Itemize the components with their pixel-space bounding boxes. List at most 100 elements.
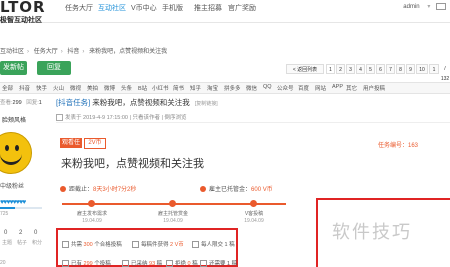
- nav-item-recruit[interactable]: 推主招募: [194, 3, 222, 13]
- page-9[interactable]: 9: [406, 64, 415, 74]
- nav-item-vcoin[interactable]: V币中心: [131, 3, 157, 13]
- task-name: 来粉我吧，点赞视频和关注我: [61, 158, 204, 170]
- task-deadline: 距截止：8天3小时7分2秒: [60, 184, 136, 193]
- tag-kuaishou[interactable]: 快手: [36, 84, 47, 92]
- avatar-mouth: [0, 150, 22, 165]
- views-count: 299: [12, 100, 22, 106]
- avatar[interactable]: [0, 132, 32, 174]
- back-to-list-button[interactable]: < 返回列表: [286, 64, 324, 74]
- tag-zhihu[interactable]: 知乎: [190, 84, 201, 92]
- copy-link-button[interactable]: [复制链接]: [195, 101, 218, 107]
- tag-huoshan[interactable]: 火山: [53, 84, 64, 92]
- tag-jianshu[interactable]: 简书: [173, 84, 184, 92]
- breadcrumb-current[interactable]: 来粉我吧，点赞视频和关注我: [89, 49, 167, 55]
- rule-reward-pre: 每稿件获得: [141, 242, 171, 248]
- page-8[interactable]: 8: [396, 64, 405, 74]
- tag-xiaohongshu[interactable]: 小红书: [152, 84, 169, 92]
- page-3[interactable]: 3: [346, 64, 355, 74]
- tag-user-submit[interactable]: 用户投稿: [363, 84, 385, 92]
- mail-icon[interactable]: [436, 3, 446, 10]
- stat-remaining-text: 还需要 1 稿: [209, 261, 238, 267]
- checkbox-icon: [166, 260, 173, 267]
- replies-label: 回复:: [26, 100, 39, 106]
- tag-taobao[interactable]: 淘宝: [207, 84, 218, 92]
- count-posts[interactable]: 2: [19, 230, 22, 236]
- post-category[interactable]: [抖音任务]: [56, 98, 90, 107]
- breadcrumb: 互动社区 › 任务大厅 › 抖音 › 来粉我吧，点赞视频和关注我: [0, 49, 168, 55]
- rule-limit-text: 每人限交 1 稿: [201, 242, 235, 248]
- escrow-label: 雇主已托管金：: [209, 187, 252, 193]
- tag-meipai[interactable]: 美拍: [87, 84, 98, 92]
- top-navbar: LTOR 极智互动社区 任务大厅 互动社区 V币中心 手机版 推主招募 官广奖励…: [0, 0, 450, 24]
- label-posts: 帖子: [17, 240, 28, 246]
- post-title-text: 来粉我吧，点赞视频和关注我: [92, 98, 190, 107]
- tag-website[interactable]: 网站: [315, 84, 326, 92]
- level-number: 725: [0, 211, 9, 217]
- author-name[interactable]: 脸颊风格: [2, 115, 26, 124]
- stat-submitted-value: 299: [83, 261, 93, 267]
- stat-adopted-post: 稿: [155, 261, 163, 267]
- label-topics: 主题: [2, 240, 13, 246]
- pagination: < 返回列表 1 2 3 4 5 6 7 8 9 10 1 / 132 页: [286, 64, 450, 92]
- tag-other[interactable]: 其它: [346, 84, 357, 92]
- page-10[interactable]: 10: [416, 64, 428, 74]
- rule-reward: 每稿件获得 2 V币: [132, 240, 184, 249]
- tag-weishi[interactable]: 微视: [70, 84, 81, 92]
- tag-bilibili[interactable]: B站: [138, 84, 147, 92]
- checkbox-icon: [200, 260, 207, 267]
- page-2[interactable]: 2: [336, 64, 345, 74]
- tag-pinduoduo[interactable]: 拼多多: [224, 84, 241, 92]
- new-post-button[interactable]: 发新帖: [0, 61, 27, 75]
- count-points[interactable]: 0: [34, 230, 37, 236]
- tag-toutiao[interactable]: 头条: [121, 84, 132, 92]
- watermark: 软件技巧: [332, 222, 412, 243]
- nav-item-community[interactable]: 互动社区: [98, 3, 126, 13]
- user-menu[interactable]: admin ▾: [403, 3, 446, 10]
- task-escrow: 雇主已托管金：600 V币: [200, 184, 273, 193]
- reply-button[interactable]: 回复: [37, 61, 71, 75]
- page-5[interactable]: 5: [366, 64, 375, 74]
- tag-all[interactable]: 全部: [2, 84, 13, 92]
- checkbox-icon: [122, 260, 129, 267]
- page-6[interactable]: 6: [376, 64, 385, 74]
- step-label-2: 雇主托管赏金: [157, 211, 188, 217]
- page-1[interactable]: 1: [326, 64, 335, 74]
- tag-qq[interactable]: QQ: [263, 84, 272, 90]
- post-title: [抖音任务] 来粉我吧，点赞视频和关注我 [复制链接]: [56, 97, 218, 108]
- timeline-node: [250, 200, 257, 207]
- nav-item-mobile[interactable]: 手机版: [162, 3, 183, 13]
- tag-wechat[interactable]: 微信: [246, 84, 257, 92]
- step-date-1: 19.04.09: [82, 218, 102, 224]
- stat-rejected: 拒绝 0 稿: [166, 259, 198, 267]
- stat-submitted-pre: 已有: [71, 261, 84, 267]
- rule-total-pre: 共需: [71, 242, 84, 248]
- nav-item-rewards[interactable]: 官广奖励: [228, 3, 256, 13]
- tag-weibo[interactable]: 微博: [104, 84, 115, 92]
- tag-baidu[interactable]: 百度: [298, 84, 309, 92]
- category-tagbar: 全部 抖音 快手 火山 微视 美拍 微博 头条 B站 小红书 简书 知乎 淘宝 …: [0, 82, 450, 94]
- task-type-badge: 观看任务: [60, 138, 82, 156]
- page-input[interactable]: 1: [429, 64, 439, 74]
- logo-subtitle: 极智互动社区: [0, 16, 42, 24]
- author-footer: 20: [0, 260, 6, 266]
- page-4[interactable]: 4: [356, 64, 365, 74]
- breadcrumb-task-hall[interactable]: 任务大厅: [34, 49, 58, 55]
- deadline-label: 距截止：: [69, 187, 94, 193]
- post-meta: 发表于 2019-4-9 17:15:00 | 只看该作者 | 倒序浏览: [56, 113, 186, 122]
- breadcrumb-douyin[interactable]: 抖音: [67, 49, 79, 55]
- step-label-1: 雇主发布需求: [76, 211, 107, 217]
- timeline-node: [88, 200, 95, 207]
- site-logo[interactable]: LTOR 极智互动社区: [0, 0, 46, 24]
- timeline-node: [169, 200, 176, 207]
- level-progress-bar: [0, 207, 42, 209]
- username: admin: [403, 4, 420, 11]
- tag-app[interactable]: APP: [332, 84, 343, 90]
- nav-item-task-hall[interactable]: 任务大厅: [65, 3, 93, 13]
- coin-icon: [200, 186, 206, 193]
- level-progress-fill: [0, 207, 16, 209]
- page-7[interactable]: 7: [386, 64, 395, 74]
- count-topics[interactable]: 0: [4, 230, 7, 236]
- tag-douyin[interactable]: 抖音: [19, 84, 30, 92]
- tag-official-account[interactable]: 公众号: [277, 84, 294, 92]
- breadcrumb-community[interactable]: 互动社区: [0, 49, 24, 55]
